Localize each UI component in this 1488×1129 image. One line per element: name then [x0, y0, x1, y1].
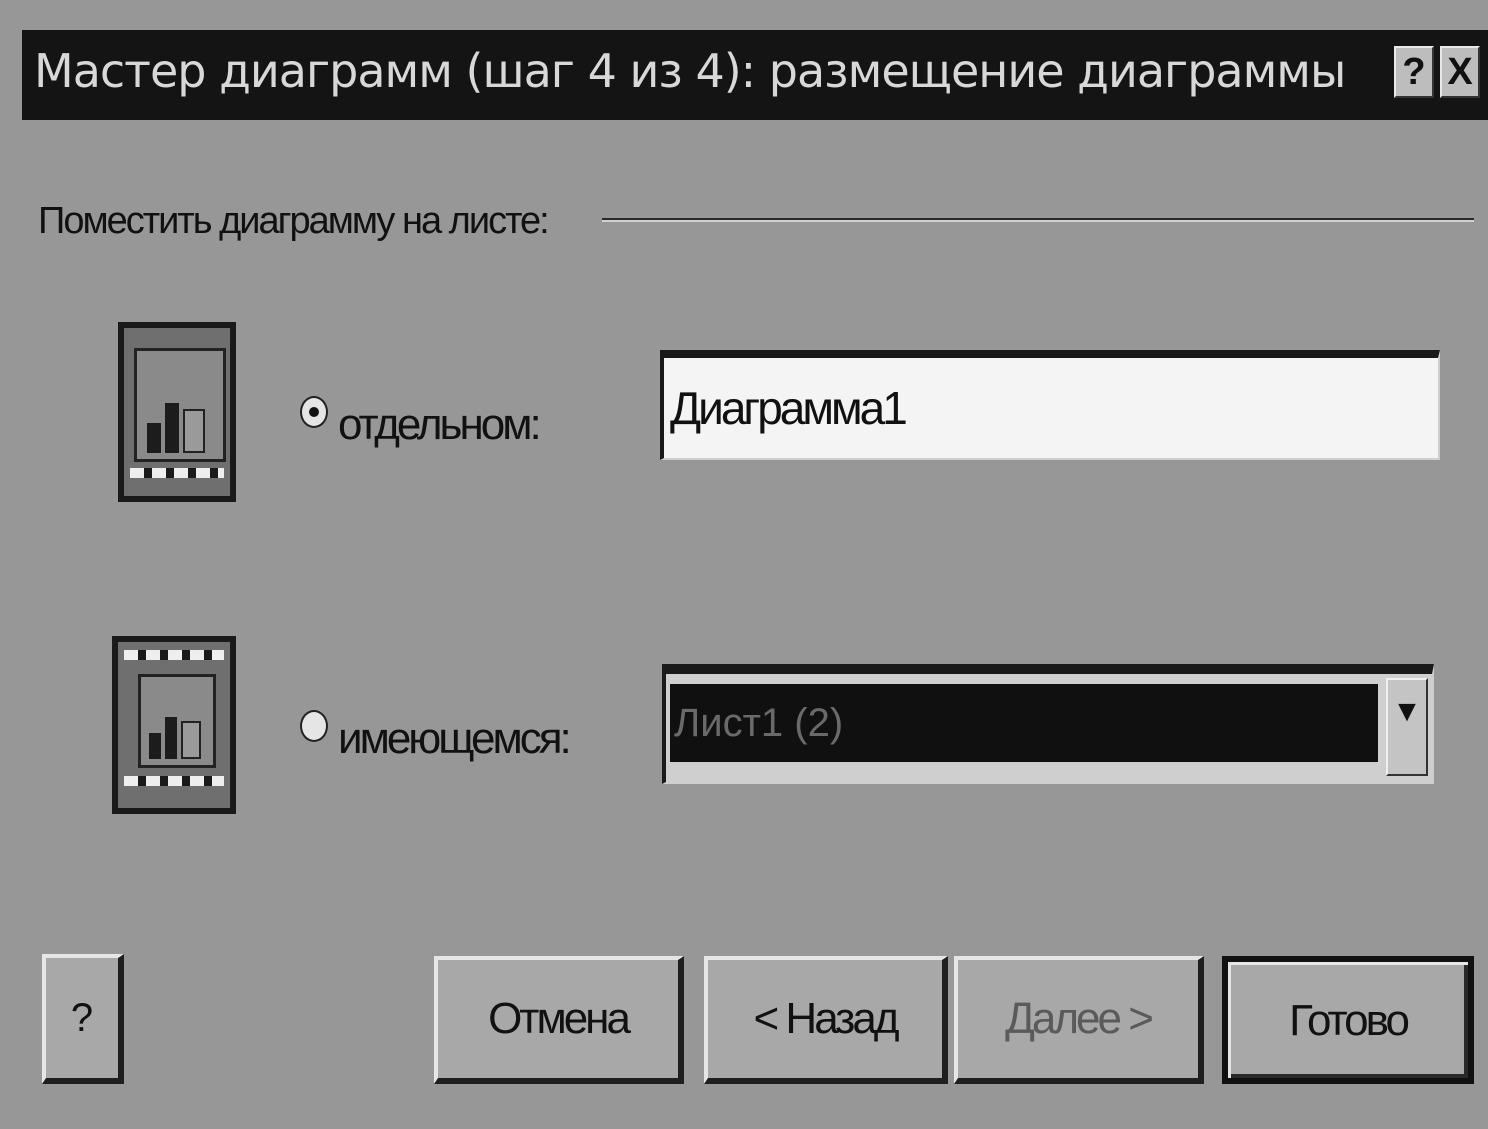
- finish-button[interactable]: Готово: [1222, 956, 1474, 1084]
- cancel-button[interactable]: Отмена: [434, 956, 684, 1084]
- embedded-sheet-select[interactable]: Лист1 (2) ▼: [662, 664, 1434, 784]
- titlebar-help-button[interactable]: ?: [1394, 46, 1434, 98]
- chart-wizard-dialog: Мастер диаграмм (шаг 4 из 4): размещение…: [0, 0, 1488, 1129]
- next-button[interactable]: Далее >: [954, 956, 1204, 1084]
- new-sheet-chart-icon: [118, 322, 236, 502]
- back-button[interactable]: < Назад: [704, 956, 948, 1084]
- dialog-title: Мастер диаграмм (шаг 4 из 4): размещение…: [34, 44, 1346, 98]
- embedded-label[interactable]: имеющемся:: [338, 714, 572, 764]
- group-divider: [602, 218, 1474, 222]
- embedded-radio[interactable]: [300, 710, 328, 742]
- new-sheet-label[interactable]: отдельном:: [338, 400, 542, 450]
- chevron-down-icon[interactable]: ▼: [1386, 678, 1428, 776]
- placement-group-label: Поместить диаграмму на листе:: [38, 200, 550, 242]
- title-bar: Мастер диаграмм (шаг 4 из 4): размещение…: [22, 30, 1488, 120]
- embedded-chart-icon: [112, 636, 236, 814]
- close-button[interactable]: X: [1440, 46, 1480, 98]
- new-sheet-radio[interactable]: [300, 396, 328, 428]
- help-button[interactable]: ?: [42, 954, 124, 1084]
- embedded-sheet-value: Лист1 (2): [670, 684, 1378, 762]
- new-sheet-name-input[interactable]: [660, 350, 1440, 460]
